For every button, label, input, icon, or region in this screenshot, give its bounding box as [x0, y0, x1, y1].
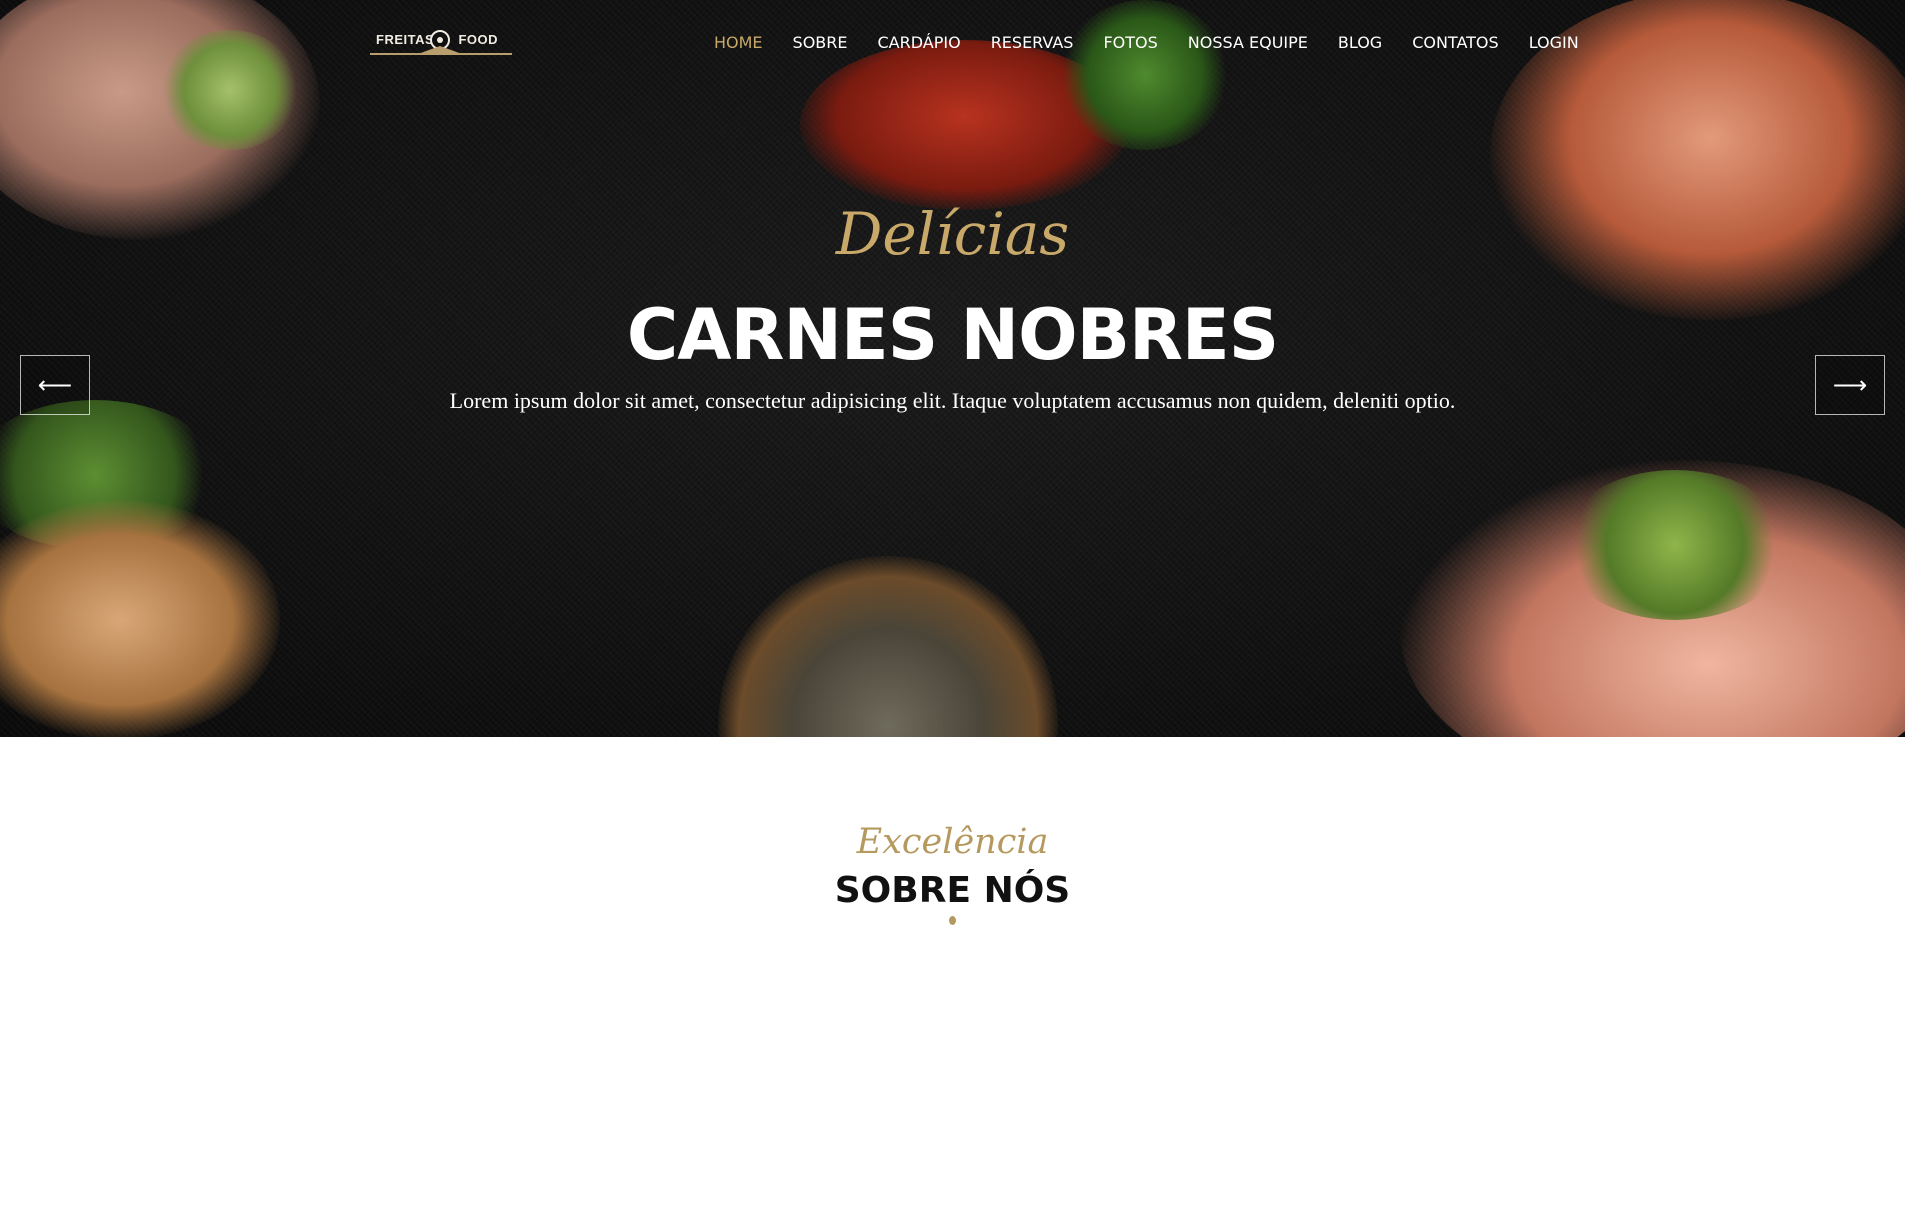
arrow-right-icon: ⟶: [1832, 371, 1868, 399]
nav-cardapio[interactable]: CARDÁPIO: [878, 33, 961, 52]
brand-logo[interactable]: FREITAS FOOD: [370, 26, 512, 56]
about-script-title: Excelência: [856, 822, 1049, 862]
slider-next-button[interactable]: ⟶: [1815, 355, 1885, 415]
logo-underline: [370, 53, 512, 55]
food-image-onions: [0, 500, 280, 737]
hero-headline: CARNES NOBRES: [626, 294, 1279, 376]
nav-blog[interactable]: BLOG: [1338, 33, 1382, 52]
nav-nossa-equipe[interactable]: NOSSA EQUIPE: [1188, 33, 1308, 52]
nav-login[interactable]: LOGIN: [1529, 33, 1579, 52]
brand-left-text: FREITAS: [376, 32, 435, 47]
food-image-sushi-plate: [718, 556, 1058, 737]
nav-sobre[interactable]: SOBRE: [793, 33, 848, 52]
slider-prev-button[interactable]: ⟵: [20, 355, 90, 415]
divider-dot-icon: [949, 916, 956, 925]
food-image-cucumber: [160, 30, 300, 150]
about-title: SOBRE NÓS: [834, 870, 1071, 911]
brand-right-text: FOOD: [458, 32, 498, 47]
main-nav: HOME SOBRE CARDÁPIO RESERVAS FOTOS NOSSA…: [714, 33, 1609, 52]
food-image-parsley: [1060, 0, 1230, 150]
nav-fotos[interactable]: FOTOS: [1103, 33, 1157, 52]
nav-home[interactable]: HOME: [714, 33, 763, 52]
nav-reservas[interactable]: RESERVAS: [991, 33, 1074, 52]
hero-script-title: Delícias: [835, 200, 1070, 268]
food-image-lettuce: [1560, 470, 1790, 620]
arrow-left-icon: ⟵: [37, 371, 73, 399]
nav-contatos[interactable]: CONTATOS: [1412, 33, 1499, 52]
hero-lede: Lorem ipsum dolor sit amet, consectetur …: [449, 388, 1456, 413]
hero-slider: FREITAS FOOD HOME SOBRE CARDÁPIO RESERVA…: [0, 0, 1905, 737]
